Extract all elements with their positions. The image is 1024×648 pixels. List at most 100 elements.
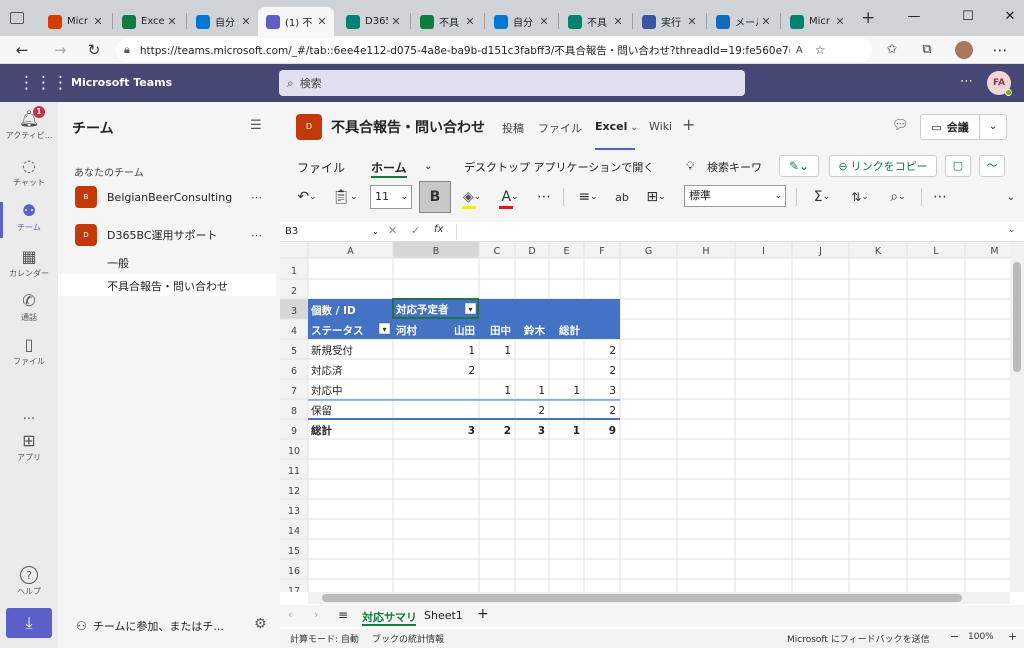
column-header[interactable]: H bbox=[702, 246, 709, 257]
column-header[interactable]: K bbox=[875, 246, 882, 257]
zoom-out-icon[interactable]: − bbox=[950, 630, 959, 643]
pivot-cell[interactable]: 2 bbox=[609, 405, 616, 417]
zoom-level[interactable]: 100% bbox=[968, 632, 994, 642]
close-tab-icon[interactable]: ✕ bbox=[462, 15, 478, 28]
sheet-list-icon[interactable]: ≡ bbox=[338, 608, 348, 622]
worksheet-canvas[interactable]: A B C D E F G H I J K L M1234567891011121314151617個数… bbox=[280, 242, 1024, 592]
row-header[interactable]: 6 bbox=[291, 366, 297, 377]
sheet-tab-sheet1[interactable]: Sheet1 bbox=[424, 609, 463, 622]
more-options-icon[interactable]: ⋯ bbox=[928, 183, 952, 211]
row-header[interactable]: 15 bbox=[288, 546, 300, 557]
back-icon[interactable]: ← bbox=[10, 39, 34, 61]
column-header[interactable]: E bbox=[563, 246, 569, 257]
column-header[interactable]: M bbox=[990, 246, 998, 257]
channel-bug-report[interactable]: 不具合報告・問い合わせ bbox=[107, 278, 228, 294]
rail-item[interactable]: ◌ チャット bbox=[0, 157, 58, 188]
team-item-d365[interactable]: D D365BC運用サポート ⋯ bbox=[75, 224, 262, 246]
formula-expand-icon[interactable]: ⌄ bbox=[1008, 225, 1016, 235]
row-header[interactable]: 1 bbox=[291, 266, 297, 277]
column-header[interactable]: F bbox=[599, 246, 604, 257]
column-header[interactable]: A bbox=[347, 246, 354, 257]
pivot-total-cell[interactable]: 1 bbox=[573, 425, 580, 437]
browser-tab[interactable]: メール✕ bbox=[708, 7, 778, 36]
pivot-cell[interactable]: 3 bbox=[609, 385, 616, 397]
merge-icon[interactable]: ⊞ ⌄ bbox=[640, 183, 672, 211]
gear-icon[interactable]: ⚙ bbox=[254, 616, 267, 632]
browser-tab[interactable]: Micr ✕ bbox=[40, 7, 110, 36]
team-more-icon[interactable]: ⋯ bbox=[251, 229, 262, 242]
pivot-cell[interactable]: 1 bbox=[573, 385, 580, 397]
maximize-icon[interactable]: ☐ bbox=[952, 6, 984, 28]
meet-dropdown-icon[interactable]: ⌄ bbox=[979, 114, 1007, 140]
tab-excel[interactable]: Excel ⌄ bbox=[595, 120, 638, 133]
cancel-icon[interactable]: ✕ bbox=[388, 224, 397, 237]
horizontal-scrollbar[interactable] bbox=[308, 592, 1010, 604]
sort-filter-icon[interactable]: ⇅ ⌄ bbox=[844, 183, 876, 211]
filter-icon[interactable]: ☰ bbox=[250, 118, 262, 133]
pivot-cell[interactable]: 2 bbox=[609, 365, 616, 377]
pivot-row-label[interactable]: 新規受付 bbox=[311, 344, 353, 357]
row-header[interactable]: 14 bbox=[288, 526, 300, 537]
close-tab-icon[interactable]: ✕ bbox=[832, 15, 848, 28]
app-launcher-icon[interactable]: ⋮⋮⋮ bbox=[18, 74, 69, 92]
rail-item[interactable]: 🔔︎ アクティビ... 1 bbox=[0, 106, 58, 141]
number-format-select[interactable]: 標準 ⌄ bbox=[684, 185, 786, 207]
name-box[interactable]: B3 ⌄ bbox=[283, 224, 381, 240]
read-aloud-icon[interactable]: A bbox=[796, 45, 803, 56]
rail-item[interactable]: ? ヘルプ bbox=[0, 566, 58, 597]
favorite-icon[interactable]: ☆ bbox=[815, 43, 826, 57]
column-header[interactable]: G bbox=[645, 246, 652, 257]
pivot-total-cell[interactable]: 3 bbox=[468, 425, 475, 437]
row-header[interactable]: 10 bbox=[288, 446, 300, 457]
pivot-total-cell[interactable]: 3 bbox=[538, 425, 545, 437]
close-tab-icon[interactable]: ✕ bbox=[758, 15, 774, 28]
browser-tab[interactable]: (1) 不 ✕ bbox=[258, 7, 334, 36]
paste-icon[interactable]: 📋︎ ⌄ bbox=[330, 183, 360, 211]
row-header[interactable]: 4 bbox=[291, 326, 297, 337]
add-tab-icon[interactable]: + bbox=[682, 115, 695, 134]
ribbon-tab-home[interactable]: ホーム bbox=[371, 159, 407, 176]
close-window-icon[interactable]: ✕ bbox=[994, 6, 1024, 28]
team-more-icon[interactable]: ⋯ bbox=[251, 191, 262, 204]
formula-input[interactable] bbox=[456, 224, 1022, 240]
comment-icon[interactable]: ▢ bbox=[945, 155, 971, 177]
column-header[interactable]: D bbox=[528, 246, 535, 257]
row-header[interactable]: 17 bbox=[288, 586, 300, 592]
team-item-belgian[interactable]: B BelgianBeerConsulting ⋯ bbox=[75, 186, 262, 208]
pivot-cell[interactable]: 1 bbox=[504, 385, 511, 397]
tab-posts[interactable]: 投稿 bbox=[502, 120, 524, 136]
worksheet-grid[interactable]: A B C D E F G H I J K L M 1 2 3 4 5 6 7 8 9 10 11 12 13 14 15 16 17 個数… bbox=[280, 242, 1024, 592]
pivot-cell[interactable]: 1 bbox=[504, 345, 511, 357]
channel-general[interactable]: 一般 bbox=[107, 255, 129, 271]
workbook-stats[interactable]: ブックの統計情報 bbox=[372, 632, 444, 645]
ribbon-open-desktop[interactable]: デスクトップ アプリケーションで開く bbox=[464, 159, 654, 175]
tab-wiki[interactable]: Wiki bbox=[649, 120, 672, 133]
pivot-total-cell[interactable]: 2 bbox=[504, 425, 511, 437]
row-header[interactable]: 3 bbox=[291, 306, 297, 317]
browser-tab[interactable]: 不具 ✕ bbox=[412, 7, 482, 36]
row-header[interactable]: 16 bbox=[288, 566, 300, 577]
browser-tab[interactable]: Micr ✕ bbox=[782, 7, 852, 36]
column-header[interactable]: I bbox=[762, 246, 765, 257]
rail-item[interactable]: ▦ カレンダー bbox=[0, 248, 58, 279]
column-header[interactable]: B bbox=[433, 246, 440, 257]
browser-menu-icon[interactable]: ⋯ bbox=[988, 39, 1012, 61]
align-icon[interactable]: ≡ ⌄ bbox=[572, 183, 604, 211]
rail-item[interactable]: ✆ 通話 bbox=[0, 292, 58, 323]
download-icon[interactable]: ⤓ bbox=[6, 608, 52, 638]
sheet-prev-icon[interactable]: ‹ bbox=[288, 608, 292, 621]
ribbon-search[interactable]: 検索キーワ bbox=[707, 159, 762, 175]
close-tab-icon[interactable]: ✕ bbox=[314, 15, 330, 28]
column-header[interactable]: J bbox=[818, 246, 822, 257]
close-tab-icon[interactable]: ✕ bbox=[610, 15, 626, 28]
ribbon-expand-icon[interactable]: ⌄ bbox=[1002, 183, 1020, 211]
rail-item[interactable]: ... bbox=[0, 388, 58, 423]
close-tab-icon[interactable]: ✕ bbox=[684, 15, 700, 28]
forward-icon[interactable]: → bbox=[48, 39, 72, 61]
pivot-cell[interactable]: 1 bbox=[538, 385, 545, 397]
pivot-total-label[interactable]: 総計 bbox=[311, 424, 332, 437]
favorites-icon[interactable]: ✩ bbox=[880, 39, 904, 61]
tab-files[interactable]: ファイル bbox=[538, 120, 582, 136]
browser-tab[interactable]: 不具 ✕ bbox=[560, 7, 630, 36]
enter-icon[interactable]: ✓ bbox=[411, 224, 420, 237]
